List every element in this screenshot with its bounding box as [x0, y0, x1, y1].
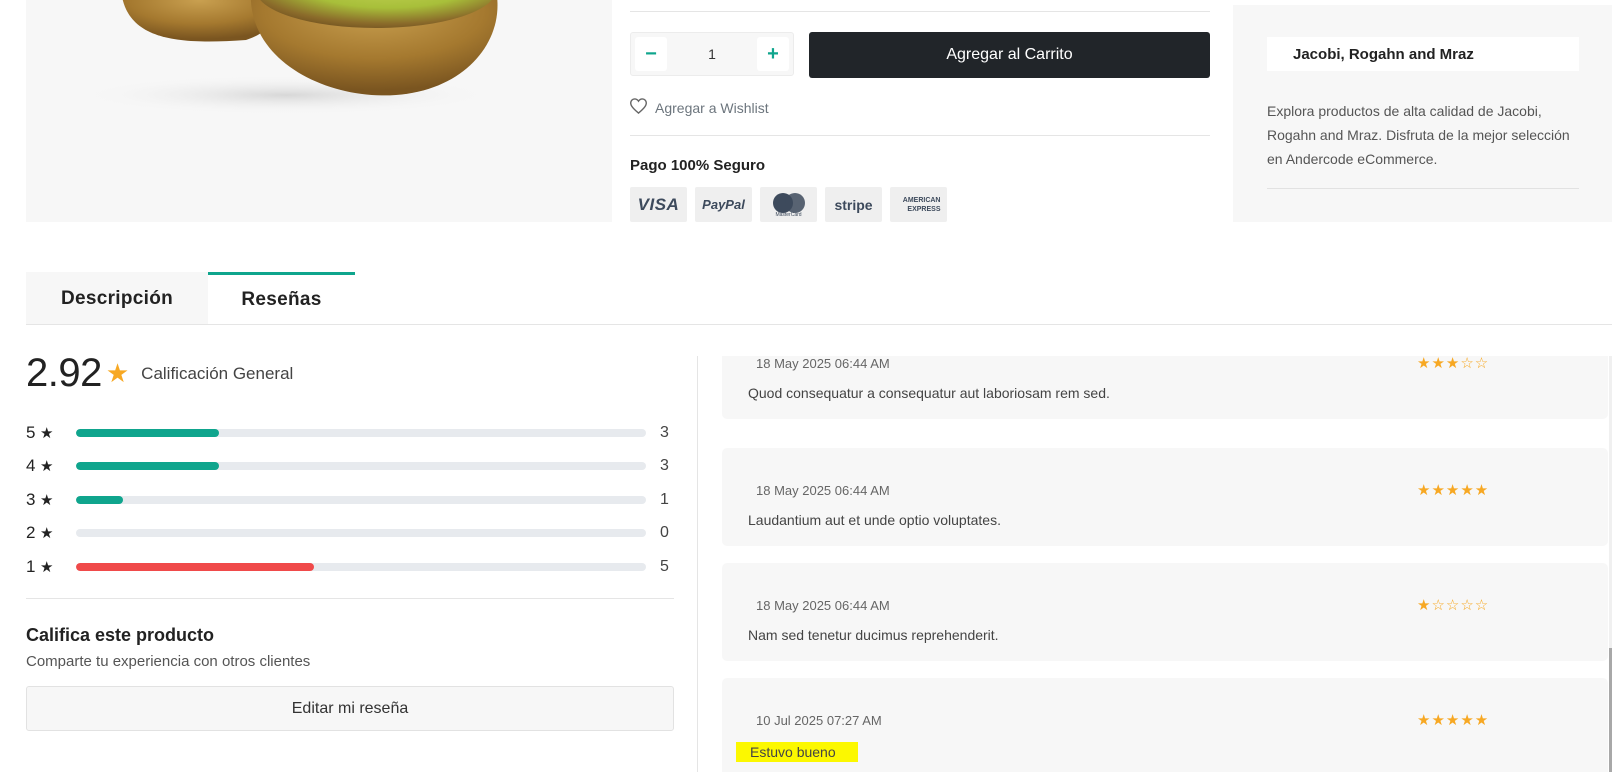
rating-count: 3	[660, 423, 669, 441]
product-page: − 1 + Agregar al Carrito Agregar a Wishl…	[0, 0, 1612, 772]
rating-count: 0	[660, 524, 669, 542]
stripe-icon: stripe	[825, 187, 882, 222]
star-icon: ★	[40, 424, 54, 442]
review-stars: ★★★★★	[1417, 482, 1490, 499]
overall-rating: 2.92 ★ Calificación General	[26, 351, 293, 396]
product-tabs: Descripción Reseñas	[26, 272, 355, 325]
review-card: 18 May 2025 06:44 AM Laudantium aut et un…	[722, 448, 1608, 546]
star-icon: ★	[40, 458, 54, 476]
rating-bar	[76, 462, 646, 471]
review-text: Estuvo bueno	[736, 742, 858, 762]
star-icon: ★	[105, 358, 130, 388]
star-icon: ★	[40, 525, 54, 543]
review-card: 10 Jul 2025 07:27 AM Estuvo bueno ★★★★★	[722, 678, 1608, 772]
rating-distribution-row: 4 ★ 3	[26, 450, 676, 484]
review-date: 18 May 2025 06:44 AM	[756, 598, 890, 613]
star-icon: ★	[40, 558, 54, 576]
review-card: 18 May 2025 06:44 AM Quod consequatur a c…	[722, 356, 1608, 419]
payment-methods: VISA PayPal MasterCard stripe AMERICAN E…	[630, 187, 947, 222]
rate-product-subtitle: Comparte tu experiencia con otros client…	[26, 653, 311, 670]
rating-distribution: 5 ★ 3 4 ★ 3 3 ★ 1 2 ★ 0 1 ★ 5	[26, 416, 676, 584]
rating-bar-fill	[76, 562, 314, 571]
rating-bar	[76, 495, 646, 504]
paypal-icon: PayPal	[695, 187, 752, 222]
divider	[630, 11, 1210, 12]
visa-icon: VISA	[630, 187, 687, 222]
rating-bar-fill	[76, 428, 219, 437]
quantity-value[interactable]: 1	[708, 46, 716, 62]
rating-bar	[76, 562, 646, 571]
add-to-cart-button[interactable]: Agregar al Carrito	[809, 32, 1210, 78]
rating-distribution-row: 1 ★ 5	[26, 550, 676, 584]
review-text: Nam sed tenetur ducimus reprehenderit.	[748, 627, 999, 643]
american-express-icon: AMERICAN EXPRESS	[890, 187, 947, 222]
brand-name[interactable]: Jacobi, Rogahn and Mraz	[1267, 37, 1579, 71]
product-image	[26, 0, 612, 222]
kiwi-image	[76, 0, 498, 115]
review-stars: ★★★☆☆	[1417, 356, 1490, 372]
secure-payment-title: Pago 100% Seguro	[630, 157, 766, 174]
divider	[26, 598, 674, 599]
rating-bar	[76, 529, 646, 538]
review-stars: ★☆☆☆☆	[1417, 597, 1490, 614]
decrease-quantity-button[interactable]: −	[635, 37, 667, 71]
star-level: 1	[26, 556, 36, 576]
rating-bar	[76, 428, 646, 437]
review-date: 18 May 2025 06:44 AM	[756, 483, 890, 498]
rating-bar-fill	[76, 495, 124, 504]
tab-reviews[interactable]: Reseñas	[208, 272, 355, 325]
tab-description[interactable]: Descripción	[26, 272, 208, 325]
review-card: 18 May 2025 06:44 AM Nam sed tenetur duci…	[722, 563, 1608, 661]
review-text: Laudantium aut et unde optio voluptates.	[748, 512, 1001, 528]
divider	[1267, 188, 1579, 189]
star-icon: ★	[40, 491, 54, 509]
overall-rating-label: Calificación General	[141, 363, 294, 383]
review-date: 18 May 2025 06:44 AM	[756, 356, 890, 371]
star-level: 2	[26, 523, 36, 543]
rating-distribution-row: 3 ★ 1	[26, 483, 676, 517]
rating-bar-fill	[76, 462, 219, 471]
rate-product-title: Califica este producto	[26, 625, 215, 645]
star-level: 5	[26, 422, 36, 442]
rating-count: 1	[660, 490, 669, 508]
review-date: 10 Jul 2025 07:27 AM	[756, 713, 882, 728]
rating-count: 3	[660, 457, 669, 475]
reviews-list[interactable]: 18 May 2025 06:44 AM Quod consequatur a c…	[697, 356, 1612, 772]
wishlist-label: Agregar a Wishlist	[655, 99, 769, 116]
rating-distribution-row: 5 ★ 3	[26, 416, 676, 450]
average-rating-value: 2.92	[26, 351, 102, 395]
star-level: 4	[26, 456, 36, 476]
mastercard-icon: MasterCard	[760, 187, 817, 222]
heart-icon	[629, 98, 648, 117]
divider	[630, 135, 1210, 136]
divider	[26, 324, 1612, 325]
edit-review-button[interactable]: Editar mi reseña	[26, 686, 674, 731]
brand-description: Explora productos de alta calidad de Jac…	[1267, 103, 1570, 167]
brand-panel: Jacobi, Rogahn and Mraz Explora producto…	[1233, 5, 1612, 222]
increase-quantity-button[interactable]: +	[756, 37, 789, 71]
review-stars: ★★★★★	[1417, 712, 1490, 729]
quantity-stepper: − 1 +	[630, 32, 794, 76]
star-level: 3	[26, 489, 36, 509]
rating-distribution-row: 2 ★ 0	[26, 517, 676, 551]
rating-count: 5	[660, 557, 669, 575]
add-to-wishlist-link[interactable]: Agregar a Wishlist	[629, 98, 769, 117]
review-text: Quod consequatur a consequatur aut labor…	[748, 385, 1110, 401]
